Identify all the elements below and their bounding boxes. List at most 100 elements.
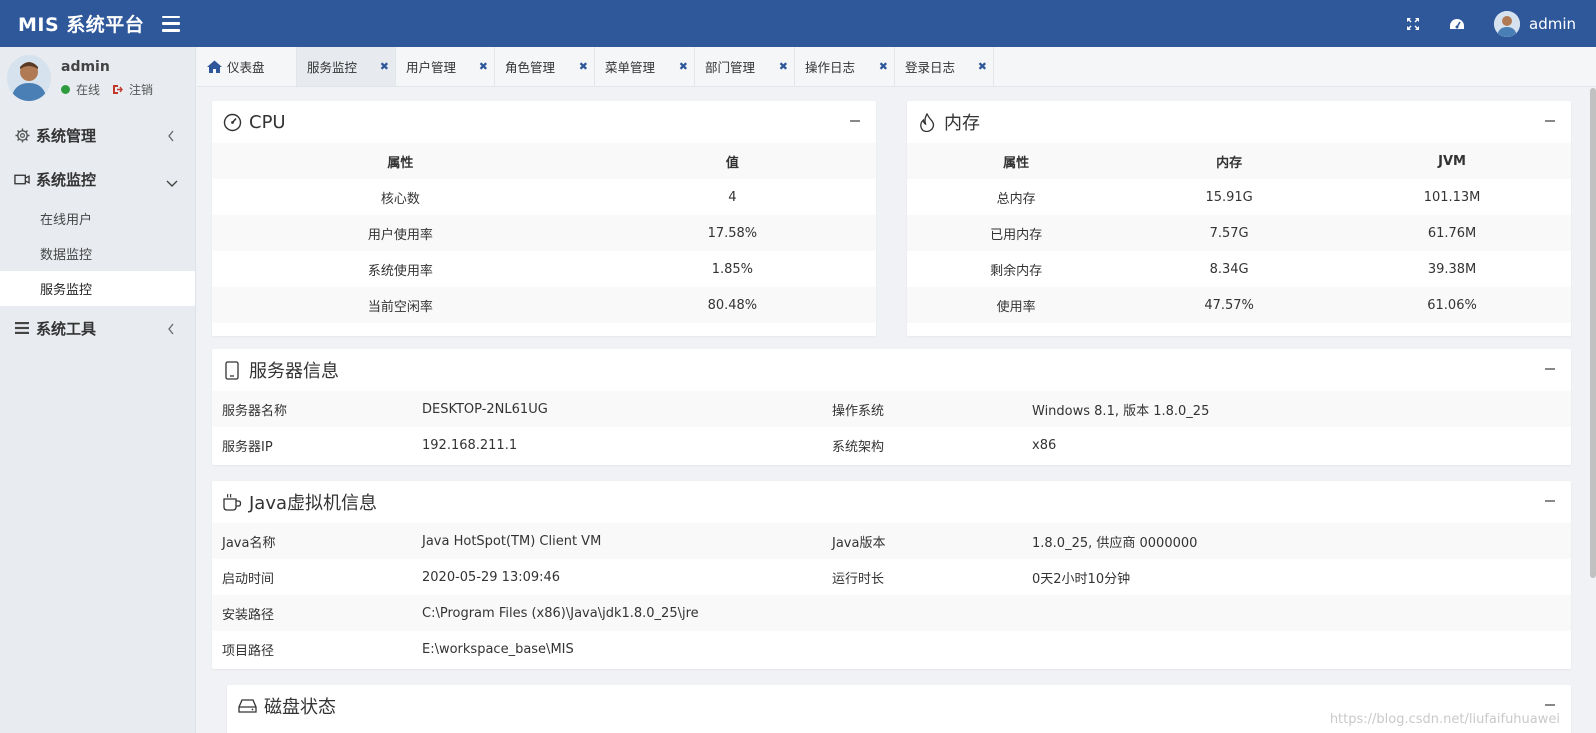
collapse-icon[interactable] — [1545, 120, 1555, 122]
tab-role-management[interactable]: 角色管理 ✖ — [495, 47, 595, 86]
hard-drive-icon — [237, 696, 257, 716]
table-row: 安装路径 C:\Program Files (x86)\Java\jdk1.8.… — [212, 595, 1571, 631]
close-icon[interactable]: ✖ — [779, 60, 788, 73]
table-cell: Java HotSpot(TM) Client VM — [412, 523, 822, 559]
tab-department-management[interactable]: 部门管理 ✖ — [695, 47, 795, 86]
fullscreen-icon[interactable] — [1402, 13, 1424, 35]
collapse-icon[interactable] — [1545, 704, 1555, 706]
logout-icon[interactable] — [112, 84, 123, 95]
card-title: CPU — [249, 111, 286, 133]
jvm-info-table: Java名称 Java HotSpot(TM) Client VM Java版本… — [212, 523, 1571, 667]
sidebar-item-label: 系统管理 — [36, 126, 97, 145]
sidebar-item-system-tools[interactable]: 系统工具 — [0, 306, 195, 350]
table-row: 服务器名称 DESKTOP-2NL61UG 操作系统 Windows 8.1, … — [212, 391, 1571, 427]
sidebar-subitem-service-monitor[interactable]: 服务监控 — [0, 271, 195, 306]
avatar — [7, 55, 51, 101]
user-panel: admin 在线 注销 — [0, 47, 195, 109]
tab-label: 仪表盘 — [227, 60, 265, 75]
tab-operation-log[interactable]: 操作日志 ✖ — [795, 47, 895, 86]
card-title: 磁盘状态 — [264, 697, 336, 718]
table-cell: 4 — [728, 189, 737, 205]
table-cell: 2020-05-29 13:09:46 — [412, 559, 822, 595]
sidebar-item-system-management[interactable]: 系统管理 — [0, 113, 195, 157]
table-row: 用户使用率 17.58% — [212, 215, 876, 251]
table-cell: 47.57% — [1125, 287, 1334, 323]
table-cell: 101.13M — [1423, 189, 1481, 205]
sidebar-item-label: 系统工具 — [36, 319, 97, 338]
chevron-left-icon — [167, 128, 175, 146]
gear-icon — [14, 127, 30, 143]
collapse-icon[interactable] — [1545, 368, 1555, 370]
close-icon[interactable]: ✖ — [579, 60, 588, 73]
table-row: 核心数 4 — [212, 179, 876, 215]
table-cell: 39.38M — [1427, 261, 1477, 277]
dashboard-gauge-icon[interactable] — [1446, 13, 1468, 35]
table-cell: 总内存 — [996, 191, 1036, 207]
table-cell: 7.57G — [1125, 215, 1334, 251]
sidebar-subitem-online-users[interactable]: 在线用户 — [0, 201, 195, 236]
card-title: 内存 — [944, 113, 980, 134]
scrollbar-thumb[interactable] — [1590, 88, 1596, 578]
vertical-scrollbar[interactable] — [1588, 88, 1596, 588]
table-header: 内存 — [1125, 143, 1334, 179]
jvm-info-card: Java虚拟机信息 Java名称 Java HotSpot(TM) Client… — [212, 481, 1571, 669]
table-cell: 服务器IP — [212, 427, 412, 463]
collapse-icon[interactable] — [1545, 500, 1555, 502]
memory-card: 内存 属性 内存 JVM 总内存 15.91G 101.13M 已用内存 7.57G 6… — [907, 101, 1571, 336]
tab-label: 菜单管理 — [605, 60, 656, 75]
server-info-table: 服务器名称 DESKTOP-2NL61UG 操作系统 Windows 8.1, … — [212, 391, 1571, 463]
table-cell: 用户使用率 — [212, 215, 589, 251]
table-cell: 80.48% — [588, 287, 876, 323]
table-row: 剩余内存 8.34G 39.38M — [907, 251, 1571, 287]
coffee-cup-icon — [222, 492, 242, 512]
table-row: 已用内存 7.57G 61.76M — [907, 215, 1571, 251]
chevron-left-icon — [167, 321, 175, 339]
tab-user-management[interactable]: 用户管理 ✖ — [396, 47, 495, 86]
table-row: 系统使用率 1.85% — [212, 251, 876, 287]
table-row: 服务器IP 192.168.211.1 系统架构 x86 — [212, 427, 1571, 463]
table-cell: 61.76M — [1333, 215, 1571, 251]
home-icon — [207, 60, 222, 73]
watermark-text: https://blog.csdn.net/liufaifuhuawei — [1329, 712, 1560, 727]
table-cell: 剩余内存 — [990, 263, 1043, 279]
tab-service-monitor[interactable]: 服务监控 ✖ — [297, 47, 396, 86]
table-row: 总内存 15.91G 101.13M — [907, 179, 1571, 215]
sidebar-subitem-data-monitor[interactable]: 数据监控 — [0, 236, 195, 271]
table-cell: 安装路径 — [212, 595, 412, 631]
table-cell: 系统架构 — [822, 427, 1022, 463]
cpu-card: CPU 属性 值 核心数 4 用户使用率 17.58% 系统使用率 1.85% 当前空… — [212, 101, 876, 336]
chevron-down-icon — [166, 174, 178, 192]
table-cell: 当前空闲率 — [212, 287, 589, 323]
collapse-icon[interactable] — [850, 120, 860, 122]
close-icon[interactable]: ✖ — [978, 60, 987, 73]
tab-label: 用户管理 — [406, 60, 457, 75]
fire-icon — [917, 112, 937, 132]
table-cell: 启动时间 — [212, 559, 412, 595]
close-icon[interactable]: ✖ — [479, 60, 488, 73]
close-icon[interactable]: ✖ — [679, 60, 688, 73]
bars-icon — [14, 320, 30, 336]
table-cell: x86 — [1022, 427, 1571, 463]
table-header: 属性 — [212, 143, 589, 179]
online-status-label: 在线 — [76, 82, 101, 97]
table-cell: 192.168.211.1 — [412, 427, 822, 463]
menu-toggle-icon[interactable] — [162, 15, 181, 32]
tab-login-log[interactable]: 登录日志 ✖ — [895, 47, 994, 86]
logout-link[interactable]: 注销 — [129, 81, 153, 98]
table-row: 使用率 47.57% 61.06% — [907, 287, 1571, 323]
table-header: 属性 — [907, 143, 1126, 179]
tab-label: 登录日志 — [905, 60, 956, 75]
table-cell: 核心数 — [380, 191, 420, 207]
tab-menu-management[interactable]: 菜单管理 ✖ — [595, 47, 695, 86]
top-user-name: admin — [1529, 14, 1576, 33]
sidebar-item-system-monitor[interactable]: 系统监控 — [0, 157, 195, 201]
close-icon[interactable]: ✖ — [879, 60, 888, 73]
mobile-device-icon — [222, 360, 242, 380]
table-row: 当前空闲率 80.48% — [212, 287, 876, 323]
close-icon[interactable]: ✖ — [380, 60, 389, 73]
table-cell: 1.85% — [711, 261, 754, 277]
top-user-menu[interactable]: admin — [1494, 10, 1576, 37]
brand-title[interactable]: MIS 系统平台 — [18, 10, 144, 37]
tab-dashboard[interactable]: 仪表盘 — [197, 47, 297, 86]
sidebar-user-name: admin — [61, 58, 110, 75]
